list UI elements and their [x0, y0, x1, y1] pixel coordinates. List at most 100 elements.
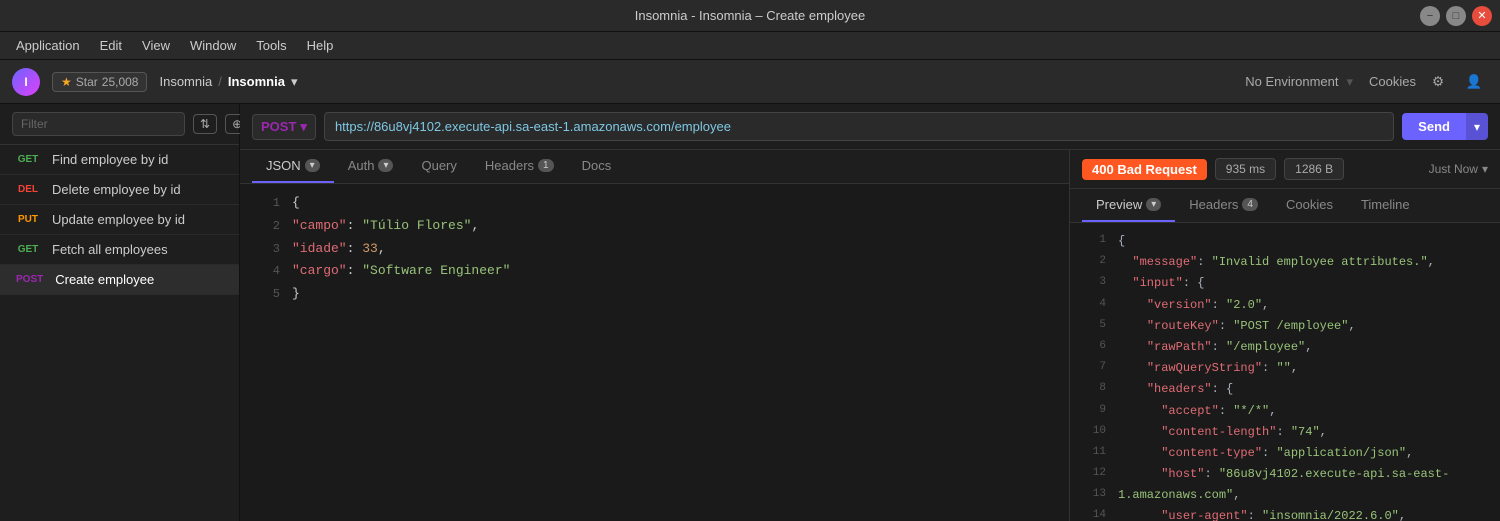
resp-line-5: 5 "routeKey": "POST /employee",	[1070, 316, 1500, 337]
account-button[interactable]: 👤	[1460, 68, 1488, 96]
req-line-2: 2 "campo": "Túlio Flores",	[240, 215, 1069, 238]
resp-line-7: 7 "rawQueryString": "",	[1070, 358, 1500, 379]
response-body: 1 { 2 "message": "Invalid employee attri…	[1070, 223, 1500, 521]
sidebar-item-find-employee[interactable]: GET Find employee by id	[0, 145, 239, 175]
title-bar: Insomnia - Insomnia – Create employee − …	[0, 0, 1500, 32]
method-badge-get-1: GET	[12, 153, 44, 166]
status-badge: 400 Bad Request	[1082, 159, 1207, 180]
sidebar-item-delete-employee[interactable]: DEL Delete employee by id	[0, 175, 239, 205]
method-selector[interactable]: POST ▾	[252, 114, 316, 140]
resp-line-6: 6 "rawPath": "/employee",	[1070, 337, 1500, 358]
main-layout: ⇅ ⊕ GET Find employee by id DEL Delete e…	[0, 104, 1500, 521]
resp-line-10: 10 "content-length": "74",	[1070, 422, 1500, 443]
sidebar-header: ⇅ ⊕	[0, 104, 239, 145]
tab-auth[interactable]: Auth ▾	[334, 150, 408, 183]
menu-application[interactable]: Application	[8, 36, 88, 55]
resp-line-8: 8 "headers": {	[1070, 379, 1500, 400]
request-tabs: JSON ▾ Auth ▾ Query Headers 1	[240, 150, 1069, 184]
method-chevron-icon: ▾	[300, 119, 307, 135]
method-badge-put: PUT	[12, 213, 44, 226]
resp-line-14: 14 "user-agent": "insomnia/2022.6.0",	[1070, 506, 1500, 521]
url-bar: POST ▾ Send ▾	[240, 104, 1500, 150]
resp-line-2: 2 "message": "Invalid employee attribute…	[1070, 252, 1500, 273]
resp-line-4: 4 "version": "2.0",	[1070, 295, 1500, 316]
filter-input[interactable]	[12, 112, 185, 136]
resp-line-13: 13 1.amazonaws.com",	[1070, 485, 1500, 506]
tab-headers-req[interactable]: Headers 1	[471, 150, 568, 183]
resp-line-1: 1 {	[1070, 231, 1500, 252]
star-label: Star	[76, 75, 98, 89]
tab-headers-resp[interactable]: Headers 4	[1175, 189, 1272, 222]
send-button-group: Send ▾	[1402, 113, 1488, 140]
sidebar-item-label-0: Find employee by id	[52, 152, 168, 167]
sidebar-item-create-employee[interactable]: POST Create employee	[0, 265, 239, 295]
request-body-editor[interactable]: 1 { 2 "campo": "Túlio Flores", 3 "idade"…	[240, 184, 1069, 521]
toolbar-right: No Environment ▾ Cookies ⚙ 👤	[1245, 68, 1488, 96]
chevron-down-icon: ▾	[1482, 162, 1488, 176]
sidebar-item-label-3: Fetch all employees	[52, 242, 168, 257]
method-badge-get-2: GET	[12, 243, 44, 256]
method-label: POST	[261, 119, 296, 134]
req-line-1: 1 {	[240, 192, 1069, 215]
sidebar-item-label-2: Update employee by id	[52, 212, 185, 227]
close-button[interactable]: ✕	[1472, 6, 1492, 26]
preview-dropdown-icon: ▾	[1146, 198, 1161, 211]
req-line-4: 4 "cargo": "Software Engineer"	[240, 260, 1069, 283]
method-badge-post: POST	[12, 273, 47, 286]
tab-docs[interactable]: Docs	[568, 150, 626, 183]
menu-edit[interactable]: Edit	[92, 36, 130, 55]
auth-dropdown-icon: ▾	[378, 159, 393, 172]
breadcrumb: Insomnia / Insomnia ▾	[159, 74, 297, 90]
panels: JSON ▾ Auth ▾ Query Headers 1	[240, 150, 1500, 521]
minimize-button[interactable]: −	[1420, 6, 1440, 26]
env-chevron: ▾	[1347, 74, 1354, 90]
maximize-button[interactable]: □	[1446, 6, 1466, 26]
tab-timeline[interactable]: Timeline	[1347, 189, 1424, 222]
resp-line-11: 11 "content-type": "application/json",	[1070, 443, 1500, 464]
url-input[interactable]	[324, 112, 1394, 141]
tab-json[interactable]: JSON ▾	[252, 150, 334, 183]
menu-view[interactable]: View	[134, 36, 178, 55]
no-env-selector[interactable]: No Environment	[1245, 74, 1338, 89]
resp-line-9: 9 "accept": "*/*",	[1070, 401, 1500, 422]
star-count: 25,008	[102, 75, 139, 89]
star-badge[interactable]: ★ Star 25,008	[52, 72, 147, 92]
sort-button[interactable]: ⇅	[193, 114, 217, 134]
request-panel: JSON ▾ Auth ▾ Query Headers 1	[240, 150, 1070, 521]
tab-query[interactable]: Query	[407, 150, 470, 183]
tab-preview[interactable]: Preview ▾	[1082, 189, 1175, 222]
sidebar: ⇅ ⊕ GET Find employee by id DEL Delete e…	[0, 104, 240, 521]
send-dropdown-button[interactable]: ▾	[1466, 113, 1488, 140]
send-button[interactable]: Send	[1402, 113, 1466, 140]
response-panel: 400 Bad Request 935 ms 1286 B Just Now ▾…	[1070, 150, 1500, 521]
response-tabs: Preview ▾ Headers 4 Cookies Timeline	[1070, 189, 1500, 223]
star-icon: ★	[61, 75, 72, 89]
headers-count-badge: 1	[538, 159, 554, 172]
resp-line-3: 3 "input": {	[1070, 273, 1500, 294]
response-timestamp: Just Now ▾	[1429, 162, 1488, 176]
content-area: POST ▾ Send ▾ JSON ▾ Auth ▾	[240, 104, 1500, 521]
breadcrumb-dropdown-button[interactable]: ▾	[291, 74, 298, 90]
response-status-bar: 400 Bad Request 935 ms 1286 B Just Now ▾	[1070, 150, 1500, 189]
sidebar-item-label-1: Delete employee by id	[52, 182, 181, 197]
resp-line-12: 12 "host": "86u8vj4102.execute-api.sa-ea…	[1070, 464, 1500, 485]
tab-cookies[interactable]: Cookies	[1272, 189, 1347, 222]
menu-bar: Application Edit View Window Tools Help	[0, 32, 1500, 60]
menu-tools[interactable]: Tools	[248, 36, 294, 55]
sidebar-item-fetch-employees[interactable]: GET Fetch all employees	[0, 235, 239, 265]
breadcrumb-current[interactable]: Insomnia	[228, 74, 285, 89]
breadcrumb-parent[interactable]: Insomnia	[159, 74, 212, 89]
resp-headers-count: 4	[1242, 198, 1258, 211]
sidebar-items: GET Find employee by id DEL Delete emplo…	[0, 145, 239, 521]
sidebar-item-update-employee[interactable]: PUT Update employee by id	[0, 205, 239, 235]
settings-button[interactable]: ⚙	[1424, 68, 1452, 96]
req-line-3: 3 "idade": 33,	[240, 238, 1069, 261]
app-logo: I	[12, 68, 40, 96]
menu-window[interactable]: Window	[182, 36, 244, 55]
sidebar-item-label-4: Create employee	[55, 272, 154, 287]
menu-help[interactable]: Help	[299, 36, 342, 55]
response-size: 1286 B	[1284, 158, 1344, 180]
cookies-button[interactable]: Cookies	[1369, 74, 1416, 89]
req-line-5: 5 }	[240, 283, 1069, 306]
breadcrumb-separator: /	[218, 74, 222, 89]
